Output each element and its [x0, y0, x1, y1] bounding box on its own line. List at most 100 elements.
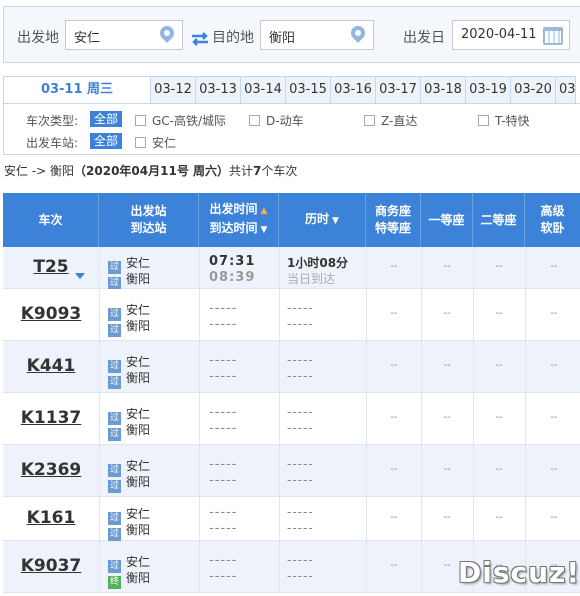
- sort-desc-icon[interactable]: ▼: [261, 225, 268, 235]
- seat-availability[interactable]: --: [437, 512, 457, 523]
- filter-checkbox-d[interactable]: D-动车: [249, 112, 304, 129]
- train-type-all-button[interactable]: 全部: [90, 111, 123, 127]
- seat-availability[interactable]: --: [437, 464, 457, 475]
- search-bar: 出发地 安仁 目的地 衡阳 出发日 2020-04-11: [3, 6, 580, 63]
- seat-availability[interactable]: --: [544, 261, 564, 272]
- seat-availability[interactable]: --: [384, 360, 404, 371]
- train-row[interactable]: T25 过安仁过衡阳 07:31 08:39 1小时08分 当日到达 -- -- -- --: [3, 247, 580, 290]
- calendar-icon[interactable]: [543, 27, 563, 45]
- seat-availability[interactable]: --: [544, 360, 564, 371]
- train-row[interactable]: K9093 过安仁过衡阳 ----- ----- ----- ----- -- -- -- --: [3, 289, 580, 341]
- train-number-link[interactable]: K1137: [3, 408, 99, 428]
- duration: -----: [287, 405, 314, 419]
- seat-availability[interactable]: --: [384, 464, 404, 475]
- train-number-link[interactable]: K161: [3, 508, 99, 528]
- train-number-link[interactable]: K9037: [3, 556, 99, 576]
- train-row[interactable]: K1137 过安仁过衡阳 ----- ----- ----- ----- -- -- -- --: [3, 393, 580, 445]
- expand-arrow-icon[interactable]: [75, 273, 85, 279]
- seat-availability[interactable]: --: [384, 512, 404, 523]
- seat-availability[interactable]: --: [384, 261, 404, 272]
- column-divider: [199, 393, 200, 444]
- sort-desc-icon[interactable]: ▼: [332, 216, 339, 226]
- seat-availability[interactable]: --: [489, 360, 509, 371]
- column-divider: [366, 393, 367, 444]
- column-divider: [421, 497, 422, 540]
- train-number-link[interactable]: K441: [3, 356, 99, 376]
- station-all-button[interactable]: 全部: [90, 133, 123, 149]
- from-station-input[interactable]: 安仁: [65, 20, 183, 50]
- column-divider: [473, 393, 474, 444]
- column-divider: [366, 247, 367, 288]
- departure-time: -----: [209, 353, 238, 368]
- arrive-note: 当日到达: [287, 272, 336, 286]
- date-value: 2020-04-11: [461, 27, 537, 42]
- watermark: Discuz!: [458, 556, 580, 589]
- column-divider: [99, 247, 100, 288]
- seat-availability[interactable]: --: [489, 412, 509, 423]
- seat-availability[interactable]: --: [489, 512, 509, 523]
- date-label: 出发日: [403, 30, 445, 46]
- column-divider: [525, 445, 526, 496]
- seat-availability[interactable]: --: [544, 308, 564, 319]
- train-number-link[interactable]: K2369: [3, 460, 99, 480]
- seat-availability[interactable]: --: [384, 412, 404, 423]
- train-row[interactable]: K161 过安仁过衡阳 ----- ----- ----- ----- -- -- -- --: [3, 497, 580, 541]
- to-station-input[interactable]: 衡阳: [260, 20, 374, 50]
- filter-checkbox-z[interactable]: Z-直达: [364, 112, 417, 129]
- date-tab[interactable]: 03-14: [241, 76, 286, 104]
- seat-availability[interactable]: --: [489, 308, 509, 319]
- filter-checkbox-gc[interactable]: GC-高铁/城际: [135, 112, 226, 129]
- seat-availability[interactable]: --: [437, 308, 457, 319]
- date-tab[interactable]: 03-13: [196, 76, 241, 104]
- column-divider: [421, 341, 422, 392]
- header-train[interactable]: 车次: [3, 193, 99, 247]
- arrive-note: -----: [287, 521, 314, 535]
- header-station: 出发站 到达站: [99, 193, 199, 247]
- column-divider: [366, 541, 367, 592]
- date-tab[interactable]: 03-17: [376, 76, 421, 104]
- sort-asc-icon[interactable]: ▲: [261, 206, 268, 216]
- column-divider: [99, 541, 100, 592]
- header-time[interactable]: 出发时间 ▲ 到达时间 ▼: [199, 193, 279, 247]
- date-tab[interactable]: 03-18: [421, 76, 466, 104]
- filter-panel: 车次类型: 全部 GC-高铁/城际 D-动车 Z-直达 T-特快 出发车站: 全…: [3, 103, 580, 155]
- date-tab[interactable]: 03-16: [331, 76, 376, 104]
- filter-checkbox-station[interactable]: 安仁: [135, 134, 176, 151]
- swap-arrows-icon[interactable]: [190, 32, 210, 46]
- date-tab[interactable]: 03-20: [511, 76, 556, 104]
- date-tab[interactable]: 03-15: [286, 76, 331, 104]
- date-tab[interactable]: 03-12: [151, 76, 196, 104]
- location-pin-icon: [157, 23, 177, 43]
- seat-availability[interactable]: --: [544, 464, 564, 475]
- train-row[interactable]: K2369 过安仁过衡阳 ----- ----- ----- ----- -- -- -- --: [3, 445, 580, 497]
- seat-availability[interactable]: --: [384, 308, 404, 319]
- date-input[interactable]: 2020-04-11: [452, 20, 570, 50]
- seat-availability[interactable]: --: [437, 261, 457, 272]
- column-divider: [473, 289, 474, 340]
- seat-availability[interactable]: --: [437, 412, 457, 423]
- seat-availability[interactable]: --: [437, 560, 457, 571]
- column-divider: [99, 497, 100, 540]
- column-divider: [199, 541, 200, 592]
- date-tab[interactable]: 03-: [556, 76, 576, 104]
- train-number-link[interactable]: K9093: [3, 304, 99, 324]
- column-divider: [473, 247, 474, 288]
- seat-availability[interactable]: --: [384, 560, 404, 571]
- column-divider: [279, 445, 280, 496]
- seat-availability[interactable]: --: [544, 412, 564, 423]
- date-tab[interactable]: 03-19: [466, 76, 511, 104]
- date-tabs: 03-11 周三 03-12 03-13 03-14 03-15 03-16 0…: [3, 76, 580, 104]
- seat-availability[interactable]: --: [489, 261, 509, 272]
- filter-checkbox-t[interactable]: T-特快: [478, 112, 530, 129]
- header-duration[interactable]: 历时 ▼: [279, 193, 366, 247]
- route-summary: 安仁 -> 衡阳（2020年04月11号 周六）共计7个车次: [4, 164, 298, 178]
- seat-availability[interactable]: --: [489, 464, 509, 475]
- column-divider: [199, 247, 200, 288]
- arrive-note: -----: [287, 421, 314, 435]
- seat-availability[interactable]: --: [544, 512, 564, 523]
- date-tab-active[interactable]: 03-11 周三: [3, 76, 151, 104]
- to-station-value: 衡阳: [269, 31, 296, 46]
- to-station: 过衡阳: [108, 475, 151, 493]
- seat-availability[interactable]: --: [437, 360, 457, 371]
- train-row[interactable]: K441 过安仁过衡阳 ----- ----- ----- ----- -- -- -- --: [3, 341, 580, 393]
